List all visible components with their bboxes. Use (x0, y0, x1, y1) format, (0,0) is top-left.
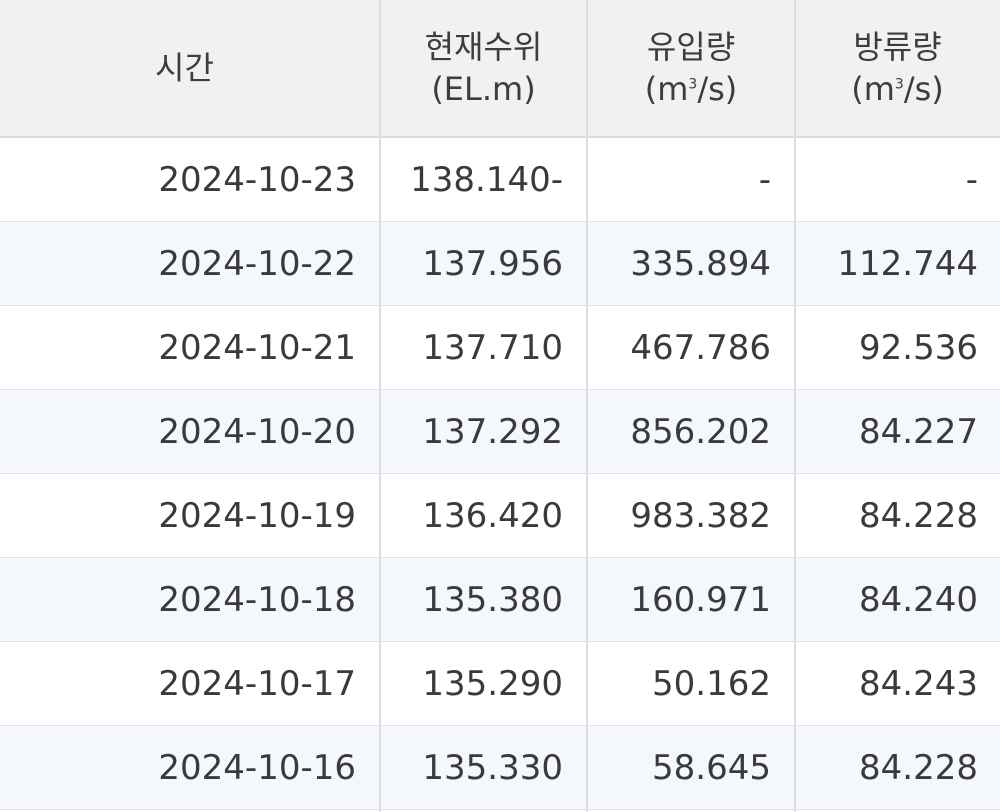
header-inflow: 유입량 (m3/s) (587, 0, 795, 136)
table-row: 2024-10-23 138.140- - - (0, 138, 1000, 222)
column-divider (379, 0, 381, 812)
table-row: 2024-10-17 135.290 50.162 84.243 (0, 642, 1000, 726)
cell-water-level: 135.330 (422, 747, 563, 788)
cell-date: 2024-10-23 (158, 159, 356, 200)
header-outflow-unit-sup: 3 (894, 76, 904, 93)
cell-water-level: 136.420 (422, 495, 563, 536)
header-outflow-unit-post: /s) (903, 70, 944, 108)
header-inflow-unit-post: /s) (697, 70, 738, 108)
table-row: 2024-10-18 135.380 160.971 84.240 (0, 558, 1000, 642)
column-divider (586, 0, 588, 812)
table-row: 2024-10-21 137.710 467.786 92.536 (0, 306, 1000, 390)
dam-data-table: 시간 현재수위 (EL.m) 유입량 (m3/s) 방류량 (m3/s) 202… (0, 0, 1000, 812)
cell-inflow: 58.645 (652, 747, 771, 788)
table-row: 2024-10-16 135.330 58.645 84.228 (0, 726, 1000, 810)
cell-water-level: 137.710 (422, 327, 563, 368)
header-outflow-unit-pre: (m (851, 70, 895, 108)
table-row: 2024-10-22 137.956 335.894 112.744 (0, 222, 1000, 306)
cell-water-level: 135.380 (422, 579, 563, 620)
cell-inflow: 335.894 (630, 243, 771, 284)
cell-water-level: 137.956 (422, 243, 563, 284)
cell-water-level: 135.290 (422, 663, 563, 704)
cell-date: 2024-10-17 (158, 663, 356, 704)
cell-date: 2024-10-20 (158, 411, 356, 452)
cell-water-level: 138.140- (410, 159, 563, 200)
table-row: 2024-10-19 136.420 983.382 84.228 (0, 474, 1000, 558)
header-outflow: 방류량 (m3/s) (795, 0, 1000, 136)
header-water-level: 현재수위 (EL.m) (380, 0, 587, 136)
header-time: 시간 (0, 0, 380, 136)
cell-outflow: 84.228 (859, 747, 978, 788)
cell-outflow: 84.227 (859, 411, 978, 452)
cell-outflow: 84.243 (859, 663, 978, 704)
cell-date: 2024-10-18 (158, 579, 356, 620)
cell-outflow: 92.536 (859, 327, 978, 368)
header-inflow-unit: (m3/s) (645, 68, 738, 110)
table-header: 시간 현재수위 (EL.m) 유입량 (m3/s) 방류량 (m3/s) (0, 0, 1000, 138)
cell-outflow: 112.744 (837, 243, 978, 284)
cell-date: 2024-10-22 (158, 243, 356, 284)
header-time-label: 시간 (155, 49, 214, 87)
cell-outflow: 84.228 (859, 495, 978, 536)
header-inflow-unit-sup: 3 (688, 76, 698, 93)
cell-inflow: 467.786 (630, 327, 771, 368)
table-row: 2024-10-20 137.292 856.202 84.227 (0, 390, 1000, 474)
cell-water-level: 137.292 (422, 411, 563, 452)
header-inflow-unit-pre: (m (644, 70, 689, 108)
cell-outflow: 84.240 (859, 579, 978, 620)
header-outflow-unit: (m3/s) (851, 68, 944, 110)
header-outflow-label: 방류량 (853, 28, 942, 66)
cell-date: 2024-10-21 (158, 327, 356, 368)
cell-inflow: 160.971 (630, 579, 771, 620)
header-inflow-label: 유입량 (646, 28, 736, 66)
cell-outflow: - (965, 159, 978, 200)
cell-inflow: 50.162 (652, 663, 771, 704)
cell-date: 2024-10-19 (158, 495, 356, 536)
header-water-level-label: 현재수위 (424, 28, 543, 66)
cell-inflow: 983.382 (630, 495, 771, 536)
header-water-level-unit: (EL.m) (431, 70, 536, 108)
table-body: 2024-10-23 138.140- - - 2024-10-22 137.9… (0, 138, 1000, 810)
column-divider (794, 0, 796, 812)
cell-inflow: 856.202 (630, 411, 771, 452)
cell-inflow: - (758, 159, 771, 200)
cell-date: 2024-10-16 (158, 747, 356, 788)
